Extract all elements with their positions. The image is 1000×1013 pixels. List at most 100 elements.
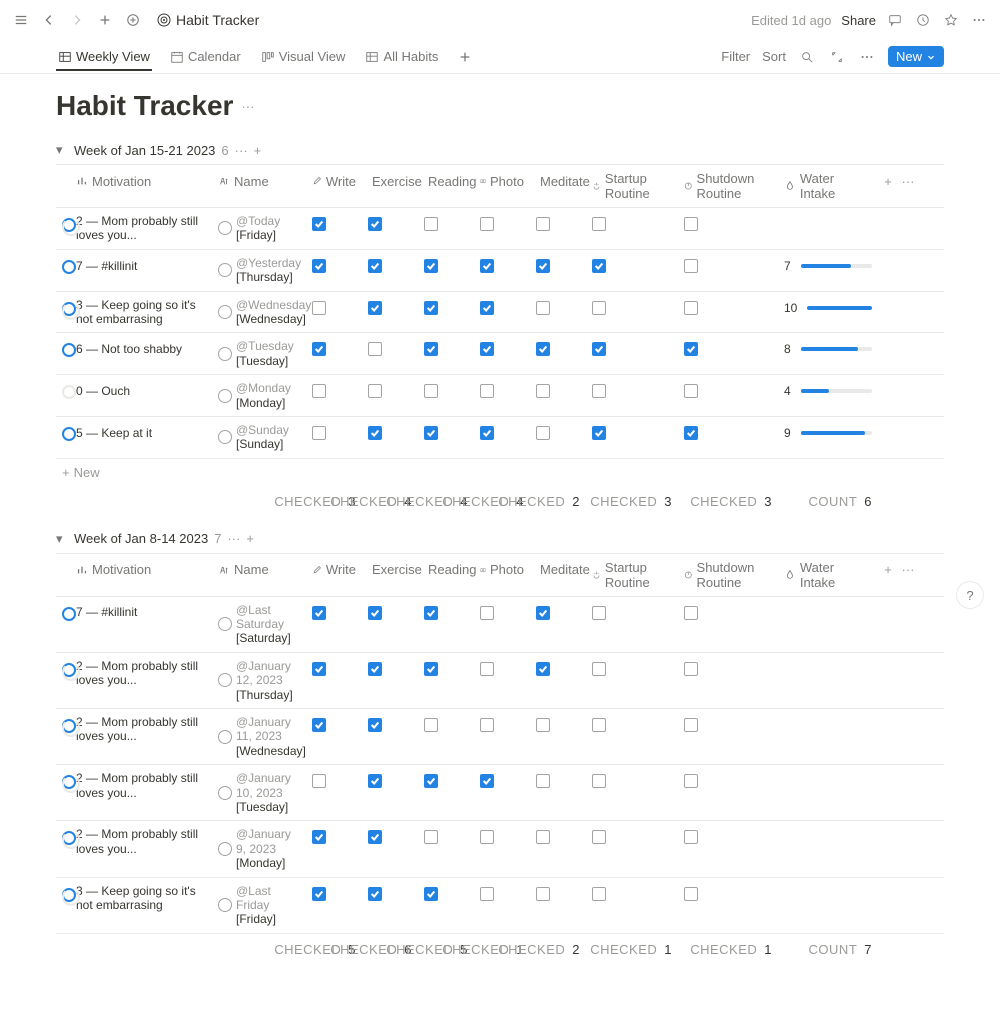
col-water[interactable]: Water Intake (778, 165, 878, 207)
row-name[interactable]: @Monday [Monday] (236, 381, 304, 410)
col-name[interactable]: Name (212, 554, 306, 586)
checkbox[interactable] (312, 384, 326, 398)
add-column-icon[interactable]: + (878, 554, 898, 586)
checkbox[interactable] (684, 259, 698, 273)
col-shutdown[interactable]: Shutdown Routine (678, 165, 778, 207)
checkbox[interactable] (424, 830, 438, 844)
add-view-icon[interactable] (456, 48, 474, 66)
viewmore-icon[interactable] (858, 48, 876, 66)
back-icon[interactable] (40, 11, 58, 29)
checkbox[interactable] (536, 217, 550, 231)
checkbox[interactable] (368, 718, 382, 732)
tab-visual-view[interactable]: Visual View (259, 43, 348, 70)
row-name[interactable]: @Sunday [Sunday] (236, 423, 304, 452)
col-exercise[interactable]: Exercise (362, 554, 418, 586)
new-row-button[interactable]: +New (56, 459, 944, 486)
menu-icon[interactable] (12, 11, 30, 29)
checkbox[interactable] (536, 342, 550, 356)
checkbox[interactable] (312, 774, 326, 788)
motivation-text[interactable]: 5 — Keep at it (76, 426, 152, 440)
motivation-text[interactable]: 6 — Not too shabby (76, 342, 182, 356)
group-title[interactable]: Week of Jan 15-21 2023 (74, 143, 215, 158)
checkbox[interactable] (536, 426, 550, 440)
checkbox[interactable] (592, 259, 606, 273)
checkbox[interactable] (368, 259, 382, 273)
checkbox[interactable] (424, 887, 438, 901)
group-toggle-icon[interactable]: ▾ (56, 142, 68, 158)
col-meditate[interactable]: Meditate (530, 165, 586, 197)
checkbox[interactable] (312, 606, 326, 620)
row-name[interactable]: @Wednesday [Wednesday] (236, 298, 311, 327)
checkbox[interactable] (368, 342, 382, 356)
checkbox[interactable] (684, 301, 698, 315)
checkbox[interactable] (592, 606, 606, 620)
col-reading[interactable]: Reading (418, 165, 474, 197)
motivation-text[interactable]: 2 — Mom probably still loves you... (76, 715, 206, 744)
checkbox[interactable] (312, 217, 326, 231)
row-name[interactable]: @Tuesday [Tuesday] (236, 339, 304, 368)
forward-icon[interactable] (68, 11, 86, 29)
checkbox[interactable] (536, 259, 550, 273)
col-meditate[interactable]: Meditate (530, 554, 586, 586)
motivation-text[interactable]: 3 — Keep going so it's not embarrasing (76, 298, 206, 327)
checkbox[interactable] (424, 606, 438, 620)
page-title[interactable]: Habit Tracker (56, 90, 233, 122)
checkbox[interactable] (424, 718, 438, 732)
checkbox[interactable] (684, 217, 698, 231)
col-startup[interactable]: Startup Routine (586, 554, 678, 596)
star-icon[interactable] (942, 11, 960, 29)
search-icon[interactable] (798, 48, 816, 66)
group-toggle-icon[interactable]: ▾ (56, 531, 68, 547)
motivation-text[interactable]: 2 — Mom probably still loves you... (76, 771, 206, 800)
row-name[interactable]: @Today [Friday] (236, 214, 304, 243)
col-reading[interactable]: Reading (418, 554, 474, 586)
checkbox[interactable] (368, 830, 382, 844)
checkbox[interactable] (684, 606, 698, 620)
expand-icon[interactable] (828, 48, 846, 66)
motivation-text[interactable]: 0 — Ouch (76, 384, 130, 398)
checkbox[interactable] (536, 606, 550, 620)
sort-button[interactable]: Sort (762, 49, 786, 64)
checkbox[interactable] (536, 774, 550, 788)
checkbox[interactable] (424, 301, 438, 315)
checkbox[interactable] (592, 774, 606, 788)
checkbox[interactable] (312, 301, 326, 315)
row-name[interactable]: @Last Saturday [Saturday] (236, 603, 304, 646)
checkbox[interactable] (480, 887, 494, 901)
checkbox[interactable] (424, 259, 438, 273)
col-more-icon[interactable]: ··· (898, 165, 918, 197)
motivation-text[interactable]: 2 — Mom probably still loves you... (76, 214, 206, 243)
title-more-icon[interactable]: ··· (241, 99, 254, 114)
checkbox[interactable] (480, 606, 494, 620)
checkbox[interactable] (536, 301, 550, 315)
row-name[interactable]: @January 10, 2023 [Tuesday] (236, 771, 304, 814)
col-startup[interactable]: Startup Routine (586, 165, 678, 207)
help-button[interactable]: ? (956, 581, 984, 609)
group-more-icon[interactable]: ··· (227, 531, 240, 546)
checkbox[interactable] (536, 830, 550, 844)
col-shutdown[interactable]: Shutdown Routine (678, 554, 778, 596)
checkbox[interactable] (592, 718, 606, 732)
checkbox[interactable] (480, 259, 494, 273)
col-motivation[interactable]: Motivation (70, 554, 212, 586)
checkbox[interactable] (368, 301, 382, 315)
checkbox[interactable] (684, 426, 698, 440)
checkbox[interactable] (536, 384, 550, 398)
new-button[interactable]: New (888, 46, 944, 67)
checkbox[interactable] (592, 217, 606, 231)
checkbox[interactable] (480, 774, 494, 788)
row-name[interactable]: @January 11, 2023 [Wednesday] (236, 715, 306, 758)
checkbox[interactable] (536, 718, 550, 732)
col-water[interactable]: Water Intake (778, 554, 878, 596)
checkbox[interactable] (684, 774, 698, 788)
col-photo[interactable]: Photo (474, 165, 530, 197)
filter-button[interactable]: Filter (721, 49, 750, 64)
motivation-text[interactable]: 2 — Mom probably still loves you... (76, 827, 206, 856)
add-column-icon[interactable]: + (878, 165, 898, 197)
checkbox[interactable] (312, 662, 326, 676)
row-name[interactable]: @Yesterday [Thursday] (236, 256, 304, 285)
row-name[interactable]: @Last Friday [Friday] (236, 884, 304, 927)
motivation-text[interactable]: 7 — #killinit (76, 605, 137, 619)
checkbox[interactable] (480, 384, 494, 398)
row-name[interactable]: @January 9, 2023 [Monday] (236, 827, 304, 870)
